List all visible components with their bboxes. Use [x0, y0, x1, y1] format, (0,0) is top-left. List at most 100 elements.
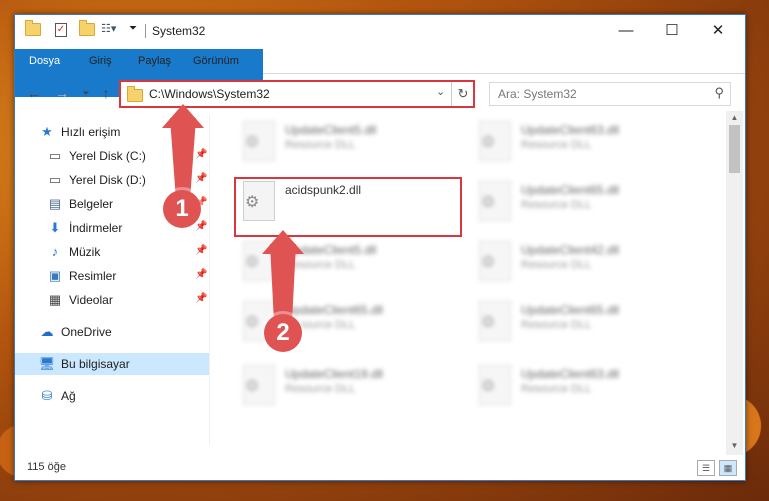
- sidebar-item-label: Ağ: [61, 389, 76, 403]
- back-arrow-icon[interactable]: ←: [25, 84, 43, 102]
- scroll-up-icon[interactable]: ▲: [729, 113, 740, 125]
- address-bar[interactable]: C:\Windows\System32 ⌄ ↻: [119, 80, 475, 108]
- tab-share[interactable]: Paylaş: [126, 49, 183, 73]
- file-name: UpdateClient65.dll: [521, 303, 620, 317]
- file-description: Resource DLL: [521, 139, 592, 151]
- file-name: UpdateClient42.dll: [521, 243, 620, 257]
- sidebar-item-label: Müzik: [69, 245, 101, 259]
- sidebar-item-label: OneDrive: [61, 325, 112, 339]
- file-description: Resource DLL: [285, 383, 356, 395]
- sidebar-item-music[interactable]: ♪ Müzik: [47, 241, 101, 263]
- file-item[interactable]: ⚙ UpdateClient65.dll Resource DLL: [473, 177, 693, 225]
- pin-icon[interactable]: 📌: [195, 293, 207, 304]
- file-name: UpdateClient63.dll: [521, 123, 620, 137]
- sidebar-item-quick-access[interactable]: ★ Hızlı erişim: [39, 121, 120, 143]
- sidebar-item-this-pc[interactable]: 🖥 Bu bilgisayar: [15, 353, 209, 375]
- file-highlight-box: [234, 177, 462, 237]
- recent-locations-chevron-icon[interactable]: ⏷: [77, 84, 95, 102]
- pin-icon[interactable]: 📌: [195, 149, 207, 160]
- properties-check-icon[interactable]: ✓: [55, 23, 67, 37]
- file-description: Resource DLL: [285, 139, 356, 151]
- window-title: System32: [152, 24, 206, 38]
- sidebar-item-onedrive[interactable]: ☁ OneDrive: [39, 321, 112, 343]
- gear-icon: ⚙: [481, 378, 496, 395]
- network-icon: ⛁: [41, 388, 53, 403]
- search-box[interactable]: Ara: System32 ⚲: [489, 82, 731, 106]
- maximize-button[interactable]: ☐: [649, 15, 695, 45]
- gear-icon: ⚙: [481, 314, 496, 331]
- sidebar-item-pictures[interactable]: ▣ Resimler: [47, 265, 117, 287]
- search-icon[interactable]: ⚲: [714, 85, 724, 101]
- search-placeholder: Ara: System32: [498, 87, 577, 101]
- navigation-pane: ★ Hızlı erişim ▭ Yerel Disk (C:) 📌 ▭ Yer…: [15, 115, 209, 453]
- download-icon: ⬇: [49, 220, 61, 235]
- file-item[interactable]: ⚙ UpdateClient5.dll Resource DLL: [237, 117, 457, 165]
- pin-icon[interactable]: 📌: [195, 173, 207, 184]
- sidebar-item-downloads[interactable]: ⬇ İndirmeler: [47, 217, 123, 239]
- pin-icon[interactable]: 📌: [195, 221, 207, 232]
- address-dropdown-icon[interactable]: ⌄: [436, 85, 445, 98]
- star-icon: ★: [41, 124, 53, 139]
- file-name: UpdateClient65.dll: [285, 303, 384, 317]
- sidebar-item-videos[interactable]: ▦ Videolar: [47, 289, 113, 311]
- scroll-thumb[interactable]: [729, 125, 740, 173]
- folder-icon[interactable]: [25, 20, 41, 36]
- sidebar-item-label: Belgeler: [69, 197, 114, 211]
- gear-icon: ⚙: [245, 378, 260, 395]
- tab-home[interactable]: Giriş: [77, 49, 124, 73]
- address-path: C:\Windows\System32: [149, 87, 270, 101]
- quick-access-toolbar-icon[interactable]: ☷▾: [101, 23, 117, 35]
- sidebar-item-label: Bu bilgisayar: [61, 357, 130, 371]
- file-description: Resource DLL: [285, 259, 356, 271]
- pin-icon[interactable]: 📌: [195, 245, 207, 256]
- refresh-icon[interactable]: ↻: [451, 82, 474, 106]
- gear-icon: ⚙: [481, 134, 496, 151]
- file-item[interactable]: ⚙ UpdateClient5.dll Resource DLL: [237, 237, 457, 285]
- file-item[interactable]: ⚙ UpdateClient65.dll Resource DLL: [473, 297, 693, 345]
- sidebar-item-label: Yerel Disk (C:): [69, 149, 146, 163]
- file-list: ⚙ UpdateClient5.dll Resource DLL ⚙ Updat…: [215, 111, 725, 451]
- sidebar-item-label: Hızlı erişim: [61, 125, 121, 139]
- document-icon: ▤: [48, 196, 62, 211]
- file-item[interactable]: ⚙ UpdateClient63.dll Resource DLL: [473, 361, 693, 409]
- video-icon: ▦: [48, 292, 62, 307]
- tab-view[interactable]: Görünüm: [181, 49, 251, 73]
- sidebar-item-local-disk-d[interactable]: ▭ Yerel Disk (D:): [47, 169, 146, 191]
- sidebar-item-documents[interactable]: ▤ Belgeler: [47, 193, 113, 215]
- new-folder-icon[interactable]: [79, 20, 95, 36]
- file-description: Resource DLL: [521, 383, 592, 395]
- up-arrow-icon[interactable]: ↑: [97, 84, 115, 102]
- item-count: 115 öğe: [27, 461, 66, 473]
- vertical-scrollbar[interactable]: ▲ ▼: [726, 111, 743, 455]
- file-name: UpdateClient65.dll: [521, 183, 620, 197]
- sidebar-item-label: Videolar: [69, 293, 113, 307]
- customize-toolbar-chevron-icon[interactable]: ⏷: [129, 23, 137, 34]
- computer-icon: 🖥: [38, 356, 56, 371]
- details-view-icon[interactable]: ☰: [697, 460, 715, 476]
- step-badge-2: 2: [264, 314, 302, 352]
- gear-icon: ⚙: [245, 314, 260, 331]
- large-icons-view-icon[interactable]: ▦: [719, 460, 737, 476]
- file-name: UpdateClient19.dll: [285, 367, 384, 381]
- cloud-icon: ☁: [40, 324, 54, 339]
- file-description: Resource DLL: [521, 319, 592, 331]
- forward-arrow-icon[interactable]: →: [53, 84, 71, 102]
- file-description: Resource DLL: [521, 199, 592, 211]
- pane-divider[interactable]: [209, 115, 210, 445]
- address-folder-icon: [127, 86, 143, 102]
- drive-icon: ▭: [48, 172, 62, 187]
- close-button[interactable]: ✕: [695, 15, 741, 45]
- step-badge-1: 1: [163, 190, 201, 228]
- file-name: UpdateClient5.dll: [285, 243, 377, 257]
- minimize-button[interactable]: —: [603, 15, 649, 45]
- file-item[interactable]: ⚙ UpdateClient63.dll Resource DLL: [473, 117, 693, 165]
- file-explorer-window: ✓ ☷▾ ⏷ System32 — ☐ ✕ Dosya Giriş Paylaş…: [14, 14, 746, 481]
- sidebar-item-local-disk-c[interactable]: ▭ Yerel Disk (C:): [47, 145, 146, 167]
- gear-icon: ⚙: [245, 254, 260, 271]
- scroll-down-icon[interactable]: ▼: [729, 441, 740, 453]
- sidebar-item-label: Yerel Disk (D:): [69, 173, 146, 187]
- sidebar-item-network[interactable]: ⛁ Ağ: [39, 385, 76, 407]
- file-item[interactable]: ⚙ UpdateClient19.dll Resource DLL: [237, 361, 457, 409]
- pin-icon[interactable]: 📌: [195, 269, 207, 280]
- file-item[interactable]: ⚙ UpdateClient42.dll Resource DLL: [473, 237, 693, 285]
